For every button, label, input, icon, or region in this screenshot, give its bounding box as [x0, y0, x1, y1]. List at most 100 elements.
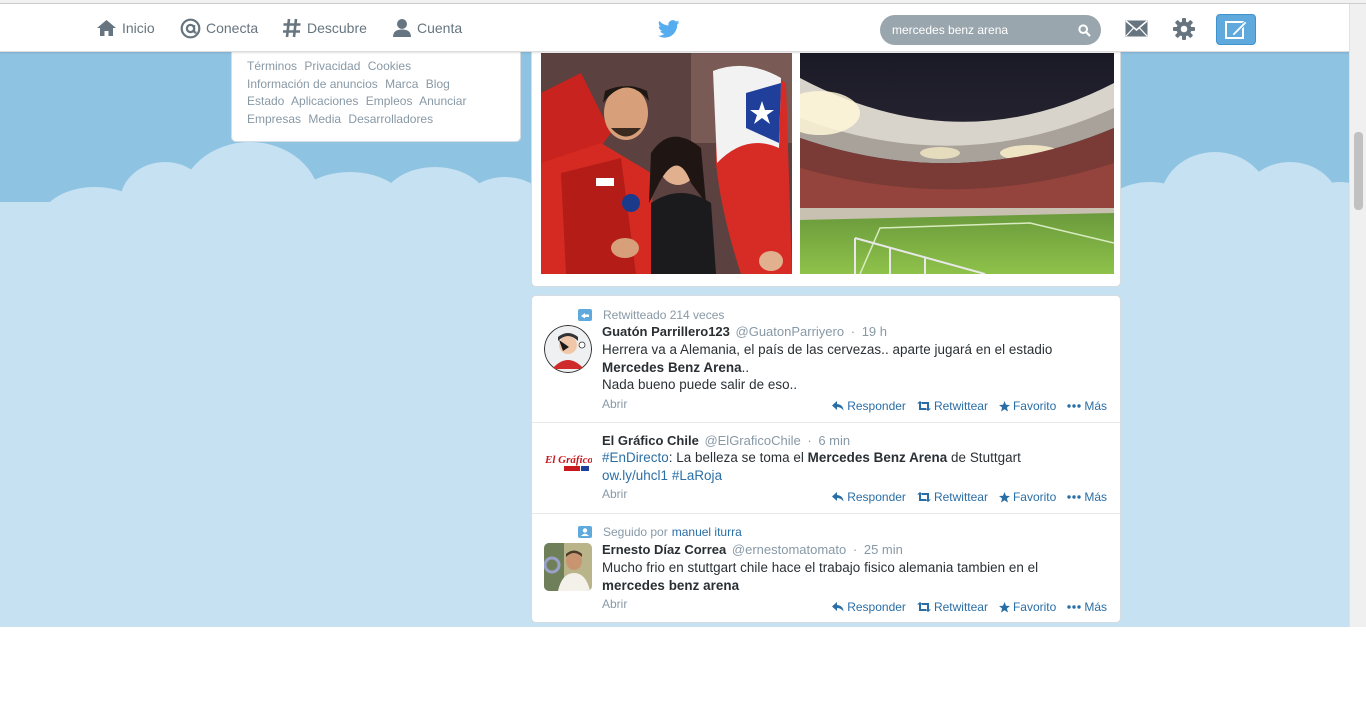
avatar-logo-text: El Gráfico	[544, 454, 592, 466]
tweet-timestamp[interactable]: 6 min	[818, 433, 850, 448]
page-scrollbar[interactable]	[1349, 4, 1366, 627]
envelope-icon[interactable]	[1125, 20, 1148, 37]
person-icon	[393, 19, 411, 37]
more-label: Más	[1084, 600, 1107, 614]
tweet-fullname[interactable]: El Gráfico Chile	[602, 433, 699, 448]
retweet-icon	[916, 492, 931, 502]
tweet-context-user-link[interactable]: manuel iturra	[672, 525, 742, 539]
nav-home[interactable]: Inicio	[96, 4, 155, 52]
nav-account[interactable]: Cuenta	[392, 4, 462, 52]
reply-label: Responder	[847, 490, 906, 504]
search-box[interactable]	[880, 15, 1101, 45]
tweet-timeline: Retwitteado 214 veces Guatón Parrillero1…	[531, 295, 1121, 623]
tweet-expand-link[interactable]: Abrir	[602, 487, 627, 501]
footer-link-privacy[interactable]: Privacidad	[304, 59, 360, 73]
tweet-expand-link[interactable]: Abrir	[602, 597, 627, 611]
favorite-label: Favorito	[1012, 399, 1057, 413]
footer-link-cookies[interactable]: Cookies	[368, 59, 411, 73]
footer-link-blog[interactable]: Blog	[426, 77, 450, 91]
favorite-label: Favorito	[1012, 490, 1057, 504]
tweet-item[interactable]: El Gráfico El Gráfico Chile @ElGraficoCh…	[532, 423, 1120, 514]
reply-button[interactable]: Responder	[832, 600, 906, 614]
footer-link-developers[interactable]: Desarrolladores	[348, 112, 433, 126]
retweet-button[interactable]: Retwittear	[916, 399, 988, 413]
favorite-button[interactable]: Favorito	[998, 600, 1057, 614]
footer-link-advertise[interactable]: Anunciar	[419, 94, 466, 108]
tweet-text-highlight: mercedes benz arena	[602, 577, 740, 593]
retweet-icon	[916, 602, 931, 612]
retweet-button[interactable]: Retwittear	[916, 490, 988, 504]
compose-icon	[1225, 19, 1248, 39]
compose-tweet-button[interactable]	[1216, 14, 1256, 45]
favorite-label: Favorito	[1012, 600, 1057, 614]
footer-link-apps[interactable]: Aplicaciones	[291, 94, 358, 108]
footer-link-status[interactable]: Estado	[247, 94, 284, 108]
tweet-username[interactable]: @GuatonParriyero	[736, 324, 845, 339]
search-icon[interactable]	[1078, 24, 1091, 37]
retweet-label: Retwittear	[933, 600, 988, 614]
tweet-item[interactable]: Retwitteado 214 veces Guatón Parrillero1…	[532, 296, 1120, 423]
more-button[interactable]: Más	[1067, 399, 1107, 413]
url-link[interactable]: ow.ly/uhcl1	[602, 468, 668, 483]
favorite-star-icon	[998, 601, 1010, 612]
retweet-button[interactable]: Retwittear	[916, 600, 988, 614]
favorite-button[interactable]: Favorito	[998, 399, 1057, 413]
footer-link-media[interactable]: Media	[308, 112, 341, 126]
tweet-timestamp[interactable]: 19 h	[862, 324, 887, 339]
hashtag-link[interactable]: #LaRoja	[672, 468, 722, 483]
tweet-expand-link[interactable]: Abrir	[602, 397, 627, 411]
more-button[interactable]: Más	[1067, 490, 1107, 504]
reply-label: Responder	[847, 600, 906, 614]
tweet-text: #EnDirecto: La belleza se toma el Merced…	[602, 449, 1107, 484]
photo-stadium-interior[interactable]	[800, 53, 1114, 274]
tweet-fullname[interactable]: Ernesto Díaz Correa	[602, 542, 726, 557]
nav-account-label: Cuenta	[417, 20, 463, 36]
twitter-bird-icon[interactable]	[658, 20, 680, 38]
footer-links: Términos Privacidad Cookies Información …	[247, 58, 509, 128]
footer-link-ads-info[interactable]: Información de anuncios	[247, 77, 378, 91]
more-button[interactable]: Más	[1067, 600, 1107, 614]
media-grid-card	[531, 40, 1121, 287]
tweet-username[interactable]: @ernestomatomato	[732, 542, 846, 557]
avatar[interactable]	[544, 325, 592, 373]
footer-link-terms[interactable]: Términos	[247, 59, 297, 73]
avatar[interactable]: El Gráfico	[544, 435, 592, 483]
scrollbar-thumb[interactable]	[1354, 132, 1363, 210]
tweet-actions: Responder Retwittear Favorito Más	[821, 399, 1107, 413]
gear-icon[interactable]	[1172, 17, 1196, 41]
more-dots-icon	[1067, 605, 1082, 609]
top-navigation-bar: Inicio Conecta Descubre Cuenta	[0, 4, 1366, 52]
tweet-text-line: Mucho frio en stuttgart chile hace el tr…	[602, 560, 1039, 575]
tweet-item[interactable]: Seguido por manuel iturra Ernesto Díaz C…	[532, 514, 1120, 622]
tweet-context-text: Seguido por	[603, 525, 668, 539]
hashtag-link[interactable]: #EnDirecto	[602, 450, 669, 465]
tweet-text-line: : La belleza se toma el	[668, 450, 808, 465]
footer-link-business[interactable]: Empresas	[247, 112, 301, 126]
reply-button[interactable]: Responder	[832, 399, 906, 413]
favorite-button[interactable]: Favorito	[998, 490, 1057, 504]
avatar[interactable]	[544, 543, 592, 591]
nav-connect[interactable]: Conecta	[180, 4, 258, 52]
tweet-fullname[interactable]: Guatón Parrillero123	[602, 324, 730, 339]
tweet-text: Herrera va a Alemania, el país de las ce…	[602, 341, 1107, 394]
retweet-icon	[916, 401, 931, 411]
tweet-timestamp[interactable]: 25 min	[864, 542, 903, 557]
search-input[interactable]	[892, 15, 1072, 45]
tweet-text-line: ..	[741, 359, 750, 375]
footer-link-jobs[interactable]: Empleos	[366, 94, 413, 108]
nav-discover[interactable]: Descubre	[282, 4, 367, 52]
follow-icon	[578, 526, 592, 538]
retweet-label: Retwittear	[933, 399, 988, 413]
tweet-context: Retwitteado 214 veces	[578, 308, 724, 322]
reply-icon	[832, 492, 844, 502]
reply-button[interactable]: Responder	[832, 490, 906, 504]
photo-fans-with-flag[interactable]	[541, 53, 792, 274]
tweet-username[interactable]: @ElGraficoChile	[704, 433, 800, 448]
tweet-actions: Responder Retwittear Favorito Más	[821, 600, 1107, 614]
tweet-context: Seguido por manuel iturra	[578, 525, 742, 539]
tweet-text-line: Herrera va a Alemania, el país de las ce…	[602, 342, 1053, 357]
footer-link-brand[interactable]: Marca	[385, 77, 418, 91]
home-icon	[97, 20, 116, 36]
at-icon	[180, 18, 201, 38]
nav-connect-label: Conecta	[206, 20, 259, 36]
